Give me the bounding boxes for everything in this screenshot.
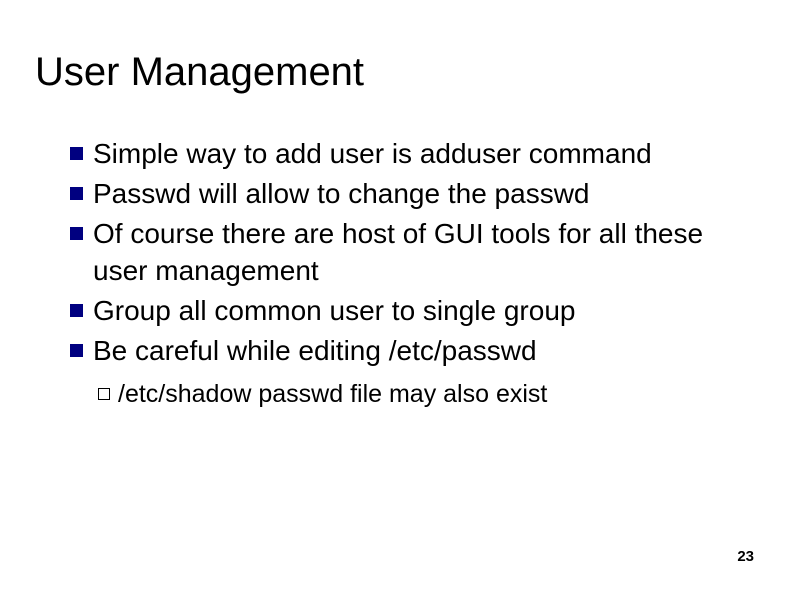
square-bullet-icon [70, 344, 83, 357]
bullet-text: Group all common user to single group [93, 292, 754, 330]
sub-bullet-text: /etc/shadow passwd file may also exist [118, 378, 547, 412]
square-bullet-icon [70, 147, 83, 160]
page-number: 23 [737, 548, 754, 565]
hollow-square-icon [98, 388, 110, 400]
square-bullet-icon [70, 227, 83, 240]
slide-title: User Management [35, 50, 754, 95]
list-item: Group all common user to single group [70, 292, 754, 330]
list-item: Passwd will allow to change the passwd [70, 175, 754, 213]
list-item: Of course there are host of GUI tools fo… [70, 215, 754, 291]
bullet-text: Passwd will allow to change the passwd [93, 175, 754, 213]
sub-list-item: /etc/shadow passwd file may also exist [98, 378, 754, 412]
square-bullet-icon [70, 304, 83, 317]
square-bullet-icon [70, 187, 83, 200]
bullet-text: Of course there are host of GUI tools fo… [93, 215, 754, 291]
list-item: Simple way to add user is adduser comman… [70, 135, 754, 173]
list-item: Be careful while editing /etc/passwd [70, 332, 754, 370]
bullet-text: Be careful while editing /etc/passwd [93, 332, 754, 370]
slide-content: Simple way to add user is adduser comman… [40, 135, 754, 412]
bullet-text: Simple way to add user is adduser comman… [93, 135, 754, 173]
